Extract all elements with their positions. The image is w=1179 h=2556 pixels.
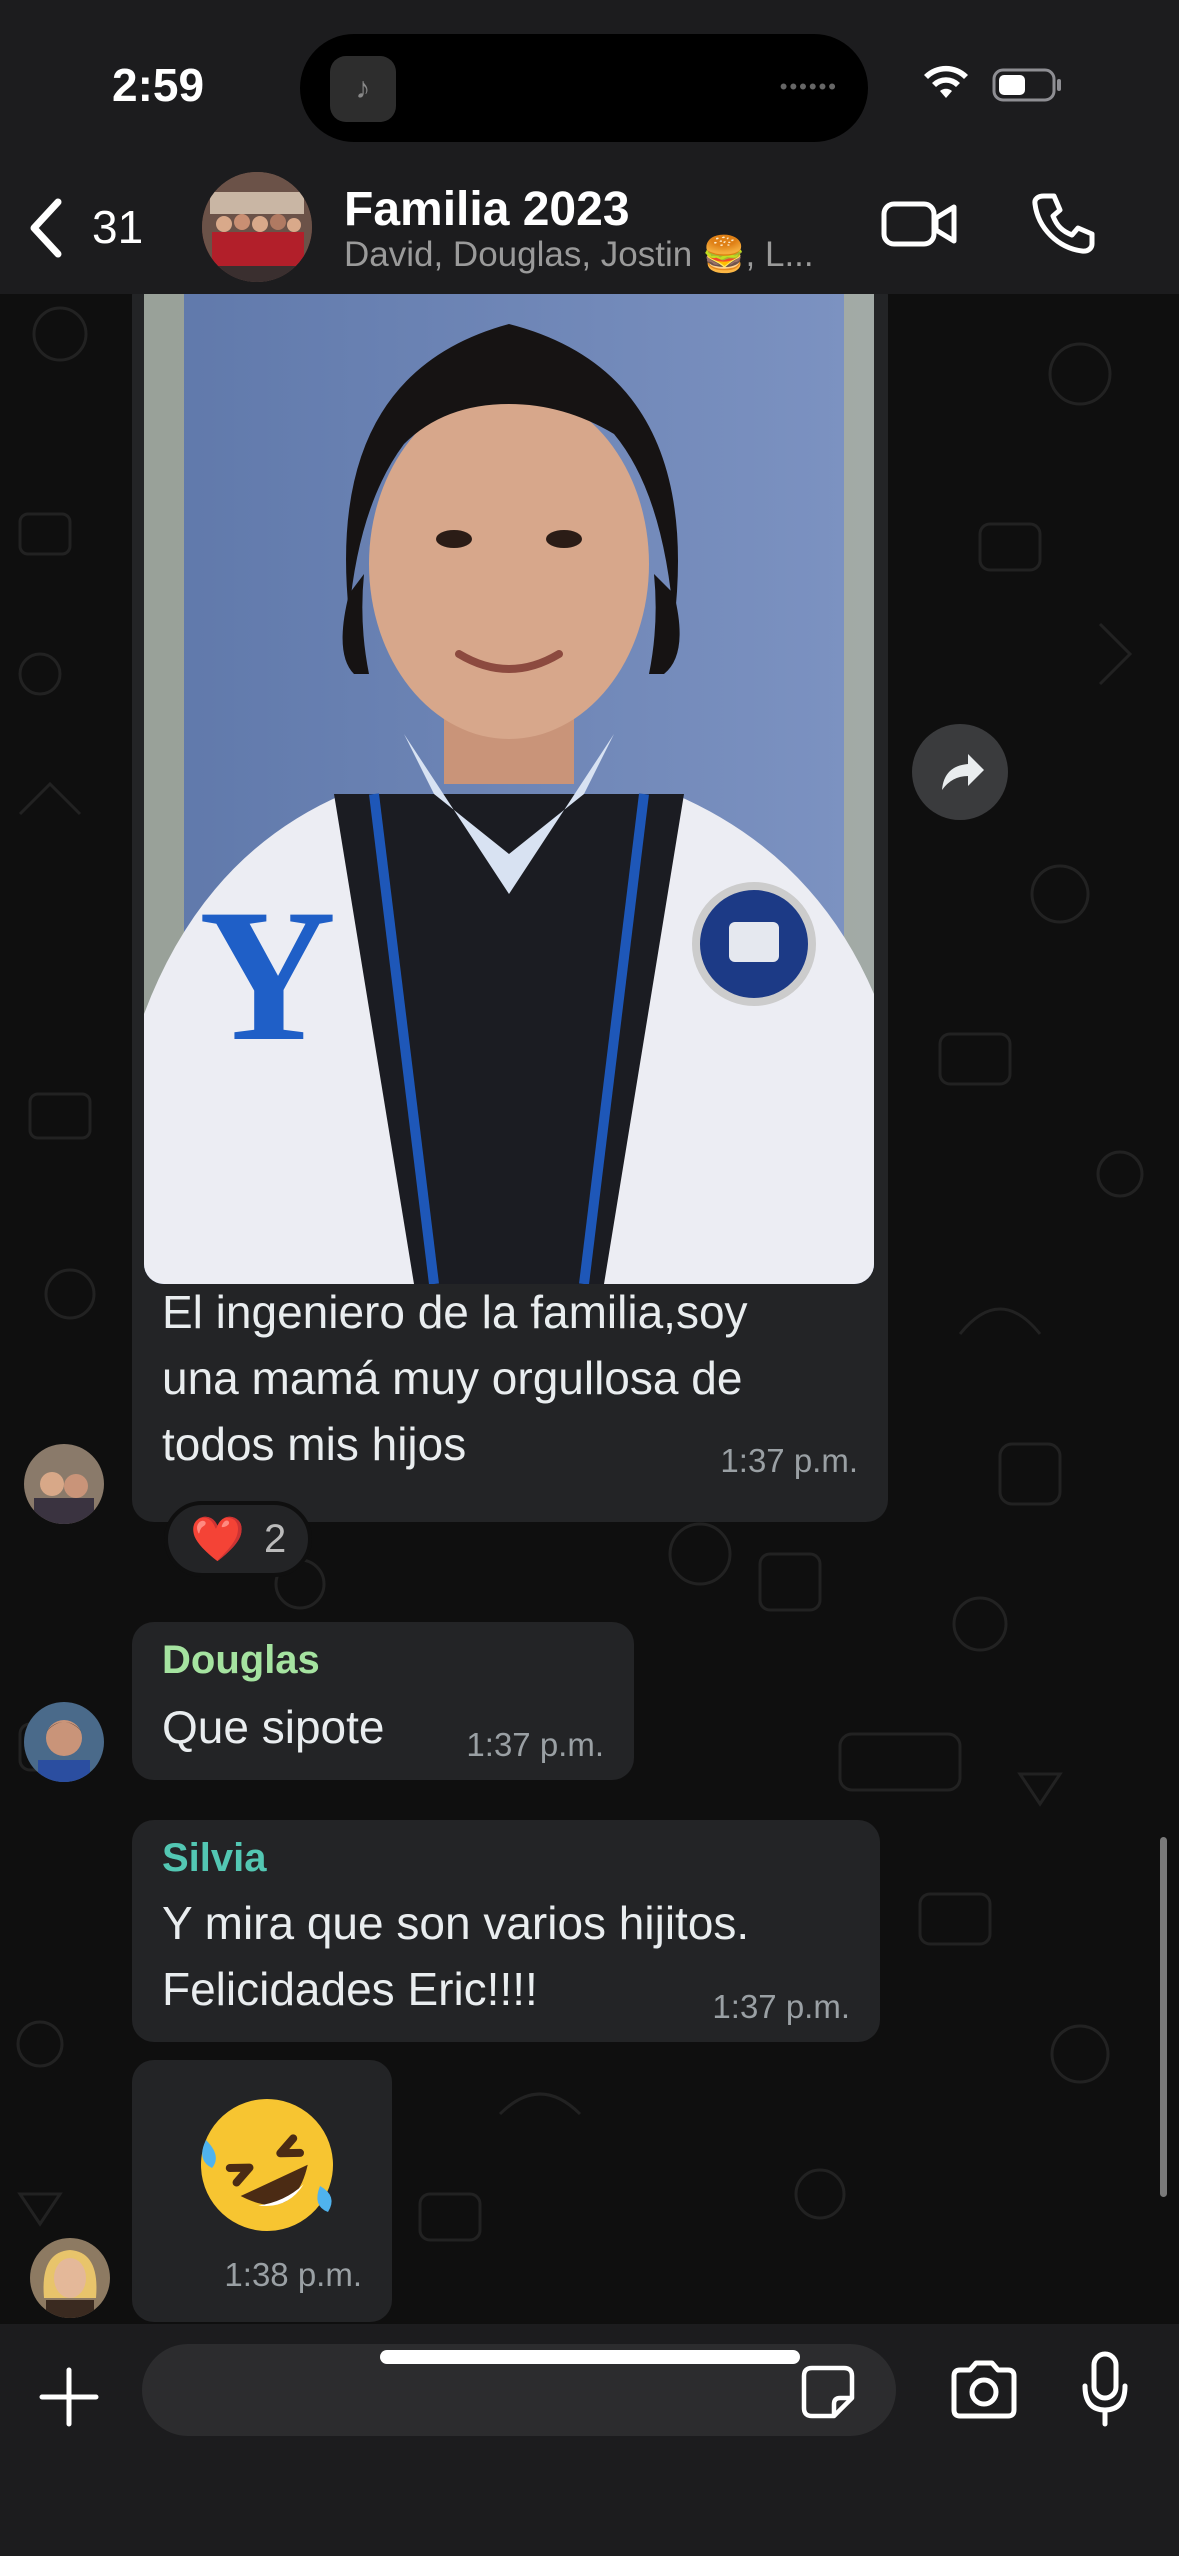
sender-name[interactable]: Silvia (162, 1836, 267, 1881)
caption-line-3: todos mis hijos (162, 1418, 467, 1470)
sender-name[interactable]: Douglas (162, 1638, 320, 1683)
sender-avatar[interactable] (30, 2238, 110, 2318)
message-time: 1:37 p.m. (712, 1988, 850, 2025)
sender-avatar[interactable] (24, 1444, 104, 1524)
microphone-icon[interactable] (1080, 2350, 1130, 2430)
image-message-bubble[interactable]: Y El ingeniero de la familia,soy una mam… (132, 294, 888, 1522)
message-time: 1:37 p.m. (466, 1726, 604, 1763)
dynamic-island: ♪ •••••• (300, 34, 868, 142)
chat-area[interactable]: Y El ingeniero de la familia,soy una mam… (0, 294, 1179, 2324)
scrollbar[interactable] (1160, 1837, 1167, 2197)
text-message-bubble[interactable]: Douglas Que sipote 1:37 p.m. (132, 1622, 634, 1780)
message-time: 1:38 p.m. (224, 2256, 362, 2293)
caption-line-2: una mamá muy orgullosa de (162, 1352, 743, 1404)
heart-reaction-icon: ❤️ (190, 1515, 245, 1564)
home-indicator[interactable] (380, 2350, 800, 2364)
message-text-line-1: Y mira que son varios hijitos. (162, 1897, 750, 1949)
rolling-laughing-emoji-icon (201, 2099, 333, 2231)
back-chevron-icon[interactable] (26, 196, 66, 260)
wifi-icon (924, 65, 968, 98)
waveform-icon: •••••• (779, 74, 838, 99)
status-time: 2:59 (112, 59, 205, 111)
reaction-count: 2 (264, 1517, 287, 1561)
caption-line-1: El ingeniero de la familia,soy (162, 1286, 748, 1338)
forward-arrow-icon (942, 754, 984, 790)
chat-members[interactable]: David, Douglas, Jostin 🍔, L... (344, 234, 814, 275)
sender-avatar[interactable] (24, 1702, 104, 1782)
unread-count[interactable]: 31 (92, 200, 143, 254)
attach-plus-icon[interactable] (38, 2366, 100, 2428)
graduation-photo[interactable]: Y (144, 294, 874, 1284)
emoji-message-bubble[interactable]: 1:38 p.m. (132, 2060, 392, 2322)
sticker-icon[interactable] (800, 2364, 856, 2420)
forward-button[interactable] (912, 724, 1008, 820)
message-text-line-2: Felicidades Eric!!!! (162, 1963, 538, 2015)
voice-call-icon[interactable] (1030, 190, 1096, 256)
message-time: 1:37 p.m. (720, 1442, 858, 1479)
svg-text:Y: Y (199, 871, 336, 1081)
battery-icon (992, 68, 1061, 102)
music-app-icon: ♪ (330, 56, 396, 122)
chat-title[interactable]: Familia 2023 (344, 182, 630, 237)
status-bar: 2:59 ♪ •••••• (0, 0, 1179, 170)
group-avatar[interactable] (202, 172, 312, 282)
video-call-icon[interactable] (880, 194, 960, 254)
chat-header: 31 Familia 2023 David, Douglas, Jostin 🍔… (0, 170, 1179, 294)
text-message-bubble[interactable]: Silvia Y mira que son varios hijitos. Fe… (132, 1820, 880, 2042)
camera-icon[interactable] (948, 2360, 1020, 2420)
reaction-pill[interactable]: ❤️ 2 (164, 1501, 312, 1577)
message-text: Que sipote (162, 1701, 385, 1753)
